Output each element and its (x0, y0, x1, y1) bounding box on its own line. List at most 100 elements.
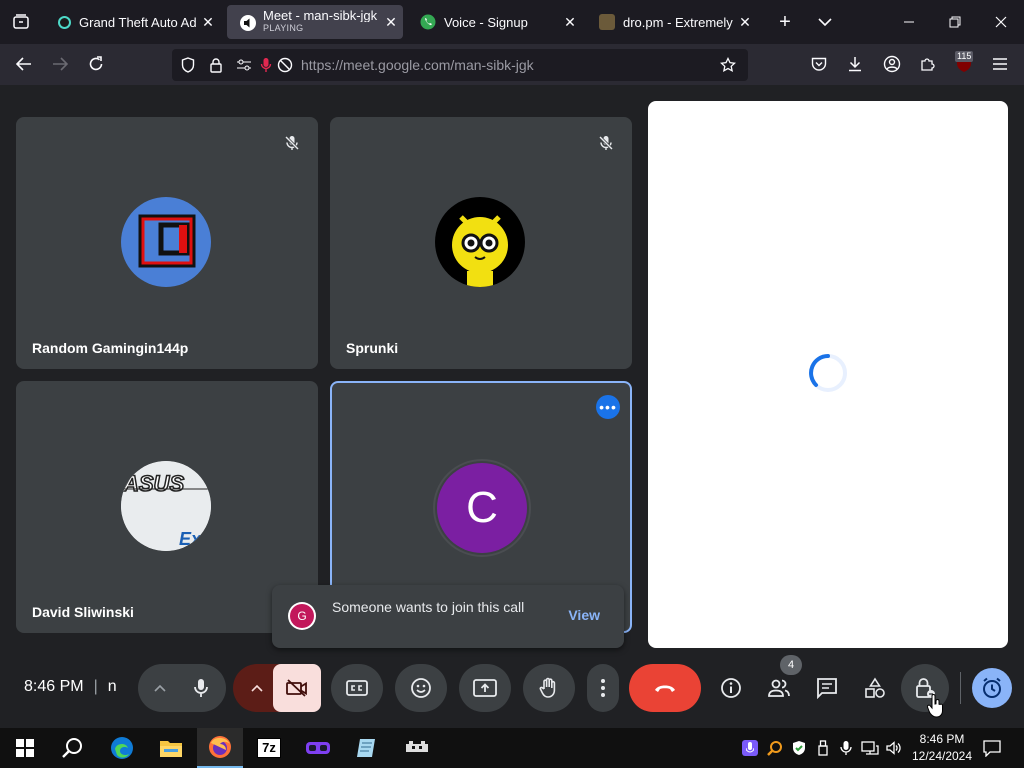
extensions-puzzle-icon[interactable] (913, 49, 943, 79)
start-windows-icon[interactable] (2, 728, 48, 768)
downloads-icon[interactable] (840, 49, 870, 79)
tab-meet[interactable]: Meet - man-sibk-jgk PLAYING ✕ (227, 5, 403, 39)
avatar (121, 197, 211, 287)
participant-name: David Sliwinski (32, 604, 134, 620)
meeting-clock: 8:46 PM | n (24, 678, 117, 695)
microphone-button[interactable] (189, 676, 213, 700)
url-text[interactable]: https://meet.google.com/man-sibk-jgk (301, 57, 534, 73)
search-icon[interactable] (49, 728, 95, 768)
activities-icon[interactable] (863, 676, 887, 700)
alarm-clock-icon (983, 677, 1001, 698)
close-tab-icon[interactable]: ✕ (733, 14, 757, 31)
edge-browser-icon[interactable] (99, 728, 145, 768)
tab-gta[interactable]: Grand Theft Auto Adva ✕ (46, 5, 220, 39)
loading-spinner-icon (809, 354, 847, 392)
tray-microphone-icon[interactable] (740, 738, 760, 758)
pocket-icon[interactable] (804, 49, 834, 79)
minimize-window-icon[interactable] (894, 7, 924, 37)
file-explorer-icon[interactable] (148, 728, 194, 768)
tab-title: Meet - man-sibk-jgk (263, 9, 378, 22)
close-tab-icon[interactable]: ✕ (558, 14, 582, 31)
vr-app-icon[interactable] (295, 728, 341, 768)
restore-window-icon[interactable] (940, 7, 970, 37)
svg-text:Ex: Ex (179, 529, 202, 549)
close-tab-icon[interactable]: ✕ (196, 14, 220, 31)
back-arrow-icon[interactable] (9, 49, 39, 79)
participant-tile[interactable]: Random Gamingin144p (16, 117, 318, 369)
participant-name: Sprunki (346, 340, 399, 356)
more-options-button[interactable] (587, 664, 619, 712)
list-all-tabs-icon[interactable] (810, 7, 840, 37)
app-menu-icon[interactable] (985, 49, 1015, 79)
taskbar-clock[interactable]: 8:46 PM 12/24/2024 (906, 731, 978, 765)
tray-mic-icon[interactable] (836, 738, 856, 758)
captions-button[interactable] (331, 664, 383, 712)
svg-text:ASUS: ASUS (122, 471, 184, 496)
avatar: ASUS Ex (121, 461, 211, 551)
tray-security-shield-icon[interactable] (789, 738, 809, 758)
tab-title: Voice - Signup (444, 14, 528, 30)
people-count-badge: 4 (780, 655, 802, 675)
close-tab-icon[interactable]: ✕ (379, 14, 403, 31)
close-window-icon[interactable] (986, 7, 1016, 37)
tab-dropm[interactable]: dro.pm - Extremely Sh ✕ (587, 5, 757, 39)
toast-message: Someone wants to join this call (332, 599, 525, 615)
lock-icon[interactable] (201, 50, 231, 80)
new-tab-button[interactable]: + (770, 7, 800, 37)
account-icon[interactable] (877, 49, 907, 79)
tray-volume-icon[interactable] (884, 738, 904, 758)
leave-call-button[interactable] (629, 664, 701, 712)
tray-search-app-icon[interactable] (765, 738, 785, 758)
tab-title: Grand Theft Auto Adva (79, 14, 196, 30)
camera-off-button[interactable] (273, 664, 321, 712)
video-options-chevron-icon[interactable] (245, 676, 269, 700)
more-vert-icon (601, 679, 605, 697)
emoji-reaction-button[interactable] (395, 664, 447, 712)
tab-playing-label: PLAYING (263, 23, 304, 33)
url-path: /man-sibk-jgk (450, 57, 534, 73)
avatar: C (437, 463, 527, 553)
url-host: https://meet.google.com (301, 57, 451, 73)
game-app-icon[interactable] (394, 728, 440, 768)
tab-overview-icon[interactable] (6, 7, 36, 37)
tray-usb-icon[interactable] (813, 738, 833, 758)
participant-tile[interactable]: Sprunki (330, 117, 632, 369)
reload-icon[interactable] (81, 49, 111, 79)
speaker-playing-icon[interactable] (239, 14, 256, 31)
audio-options-chevron-icon[interactable] (148, 676, 172, 700)
present-screen-button[interactable] (459, 664, 511, 712)
timer-extension-button[interactable] (972, 668, 1012, 708)
present-screen-icon (473, 679, 497, 697)
divider (960, 672, 961, 704)
notes-app-icon[interactable] (344, 728, 390, 768)
firefox-icon[interactable] (197, 728, 243, 768)
phone-favicon-icon (420, 14, 436, 30)
tab-title: dro.pm - Extremely Sh (623, 14, 733, 30)
join-request-toast: G Someone wants to join this call View (272, 585, 624, 648)
requester-avatar: G (288, 602, 316, 630)
tray-network-icon[interactable] (860, 738, 880, 758)
7zip-icon-label: 7z (257, 738, 281, 758)
notification-center-icon[interactable] (982, 738, 1002, 758)
camera-blocked-icon[interactable] (270, 50, 300, 80)
more-options-icon[interactable]: ••• (596, 395, 620, 419)
mic-off-icon (592, 129, 620, 157)
tab-voice[interactable]: Voice - Signup ✕ (408, 5, 582, 39)
mic-off-icon (278, 129, 306, 157)
7zip-icon[interactable]: 7z (246, 728, 292, 768)
gta-favicon-icon (58, 15, 71, 29)
tracking-shield-icon[interactable] (173, 50, 203, 80)
taskbar-time: 8:46 PM (919, 732, 965, 746)
chat-icon[interactable] (815, 676, 839, 700)
view-request-button[interactable]: View (568, 607, 600, 623)
extension-badge: 115 (955, 51, 974, 62)
forward-arrow-icon[interactable] (45, 49, 75, 79)
end-call-icon (655, 685, 675, 692)
meeting-details-icon[interactable] (719, 676, 743, 700)
avatar-ring: C (433, 459, 531, 557)
meeting-code: n (107, 678, 117, 695)
mouse-cursor-icon (926, 694, 945, 723)
people-icon[interactable] (767, 676, 791, 700)
bookmark-star-icon[interactable] (713, 50, 743, 80)
raise-hand-button[interactable] (523, 664, 575, 712)
